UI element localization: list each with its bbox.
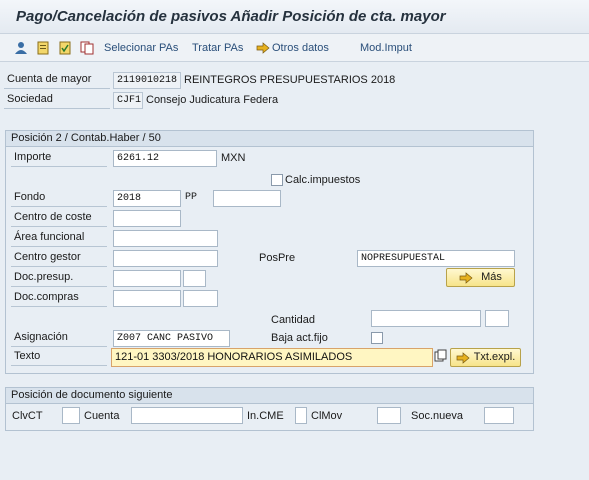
- cantidad-unit-field[interactable]: [485, 310, 509, 327]
- page-title: Pago/Cancelación de pasivos Añadir Posic…: [16, 8, 446, 25]
- siguiente-heading: Posición de documento siguiente: [6, 388, 533, 404]
- mod-imput-button[interactable]: Mod.Imput: [360, 40, 412, 56]
- txt-expl-button[interactable]: Txt.expl.: [450, 348, 521, 367]
- copy-icon-button[interactable]: [80, 40, 94, 56]
- doc-compras-position-field[interactable]: [183, 290, 218, 307]
- soc-nueva-field[interactable]: [484, 407, 514, 424]
- clvct-label: ClvCT: [12, 410, 43, 422]
- cantidad-label: Cantidad: [271, 314, 316, 326]
- arrow-right-icon: [459, 271, 473, 284]
- baja-act-fijo-checkbox[interactable]: [371, 332, 383, 344]
- pospre-field[interactable]: NOPRESUPUESTAL: [357, 250, 515, 267]
- document-icon: [37, 41, 49, 55]
- pospre-label: PosPre: [259, 252, 296, 264]
- in-cme-field[interactable]: [295, 407, 307, 424]
- document-check-icon-button[interactable]: [58, 40, 72, 56]
- sociedad-field[interactable]: CJF1: [113, 92, 143, 109]
- posicion-heading: Posición 2 / Contab.Haber / 50: [6, 131, 533, 147]
- selecionar-pas-label: Selecionar PAs: [104, 42, 179, 54]
- asignacion-label: Asignación: [11, 330, 107, 347]
- texto-label: Texto: [11, 349, 107, 366]
- pp-label: PP: [185, 192, 198, 203]
- sociedad-label: Sociedad: [4, 92, 110, 109]
- mod-imput-label: Mod.Imput: [360, 42, 412, 54]
- calc-impuestos-label: Calc.impuestos: [285, 174, 361, 186]
- area-funcional-label: Área funcional: [11, 230, 107, 247]
- person-icon: [15, 42, 27, 54]
- document-check-icon: [59, 41, 71, 55]
- doc-compras-field[interactable]: [113, 290, 181, 307]
- currency-label: MXN: [221, 152, 246, 164]
- doc-presup-field[interactable]: [113, 270, 181, 287]
- calc-impuestos-checkbox[interactable]: [271, 174, 283, 186]
- mas-label: Más: [481, 271, 502, 283]
- cuenta-de-mayor-field[interactable]: 2119010218: [113, 72, 181, 89]
- cuenta-field[interactable]: [131, 407, 243, 424]
- cantidad-field[interactable]: [371, 310, 481, 327]
- person-icon-button[interactable]: [14, 40, 28, 56]
- centro-de-coste-field[interactable]: [113, 210, 181, 227]
- doc-presup-position-field[interactable]: [183, 270, 206, 287]
- centro-de-coste-label: Centro de coste: [11, 210, 107, 227]
- clmov-field[interactable]: [377, 407, 401, 424]
- document-save-icon-button[interactable]: [36, 40, 50, 56]
- fondo-label: Fondo: [11, 190, 107, 207]
- tratar-pas-button[interactable]: Tratar PAs: [192, 40, 243, 56]
- otros-datos-label: Otros datos: [272, 42, 329, 54]
- main-content: Cuenta de mayor 2119010218 REINTEGROS PR…: [0, 62, 589, 480]
- mas-button[interactable]: Más: [446, 268, 515, 287]
- clmov-label: ClMov: [311, 410, 343, 422]
- clvct-field[interactable]: [62, 407, 80, 424]
- doc-presup-label: Doc.presup.: [11, 270, 107, 287]
- sociedad-description: Consejo Judicatura Federa: [146, 94, 279, 106]
- copy-icon: [80, 41, 94, 55]
- expand-icon: [434, 349, 447, 362]
- area-funcional-field[interactable]: [113, 230, 218, 247]
- importe-field[interactable]: 6261.12: [113, 150, 217, 167]
- doc-compras-label: Doc.compras: [11, 290, 107, 307]
- expand-text-button[interactable]: [434, 349, 448, 365]
- title-bar: Pago/Cancelación de pasivos Añadir Posic…: [0, 0, 589, 34]
- importe-label: Importe: [11, 150, 107, 167]
- texto-field[interactable]: 121-01 3303/2018 HONORARIOS ASIMILADOS: [111, 348, 433, 367]
- soc-nueva-label: Soc.nueva: [411, 410, 463, 422]
- otros-datos-button[interactable]: Otros datos: [256, 40, 329, 56]
- selecionar-pas-button[interactable]: Selecionar PAs: [104, 40, 178, 56]
- tratar-pas-label: Tratar PAs: [192, 42, 244, 54]
- centro-gestor-label: Centro gestor: [11, 250, 107, 267]
- asignacion-field[interactable]: Z007 CANC PASIVO: [113, 330, 230, 347]
- fondo-field[interactable]: 2018: [113, 190, 181, 207]
- cuenta-description: REINTEGROS PRESUPUESTARIOS 2018: [184, 74, 396, 86]
- cuenta-label: Cuenta: [84, 410, 120, 422]
- baja-act-fijo-label: Baja act.fijo: [271, 332, 328, 344]
- centro-gestor-field[interactable]: [113, 250, 218, 267]
- in-cme-label: In.CME: [247, 410, 284, 422]
- txt-expl-label: Txt.expl.: [473, 351, 516, 363]
- arrow-right-icon: [456, 351, 470, 364]
- pp-field[interactable]: [213, 190, 281, 207]
- application-toolbar: Selecionar PAs Tratar PAs Otros datos Mo…: [0, 34, 589, 62]
- arrow-right-icon: [256, 42, 270, 54]
- cuenta-de-mayor-label: Cuenta de mayor: [4, 72, 110, 89]
